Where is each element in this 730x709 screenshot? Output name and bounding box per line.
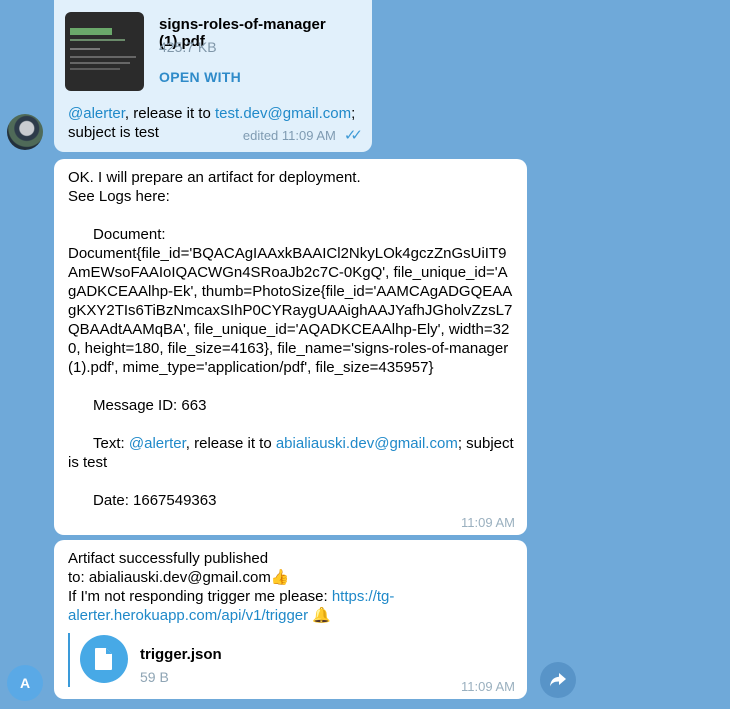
email-link[interactable]: test.dev@gmail.com xyxy=(215,105,351,122)
attachment-quote xyxy=(68,633,74,687)
attachment-size: 59 B xyxy=(140,669,169,685)
message-line: See Logs here: xyxy=(68,188,170,205)
message-time: 11:09 AM xyxy=(461,679,515,694)
message-text: Artifact successfully published to: abia… xyxy=(68,549,398,625)
file-size: 425.7 KB xyxy=(159,39,217,55)
incoming-message[interactable]: OK. I will prepare an artifact for deplo… xyxy=(54,159,527,535)
message-text: OK. I will prepare an artifact for deplo… xyxy=(68,168,516,510)
incoming-message[interactable]: Artifact successfully published to: abia… xyxy=(54,540,527,699)
user-avatar[interactable] xyxy=(7,114,43,150)
text-label: Text: xyxy=(68,435,129,452)
thumbs-up-emoji: 👍 xyxy=(270,569,290,586)
document-details: Document: Document{file_id='BQACAgIAAxkB… xyxy=(68,226,513,376)
message-line: If I'm not responding trigger me please: xyxy=(68,588,332,605)
message-line: OK. I will prepare an artifact for deplo… xyxy=(68,169,361,186)
message-line: Artifact successfully published xyxy=(68,550,269,567)
file-icon[interactable] xyxy=(80,635,128,683)
attachment-name[interactable]: trigger.json xyxy=(140,646,222,663)
pdf-thumbnail-icon[interactable] xyxy=(65,12,144,91)
message-line: to: abialiauski.dev@gmail.com xyxy=(68,569,271,586)
open-with-button[interactable]: OPEN WITH xyxy=(159,69,241,85)
date-line: Date: 1667549363 xyxy=(68,492,217,509)
message-meta: edited 11:09 AM ✓✓ xyxy=(243,126,363,144)
outgoing-message[interactable]: signs-roles-of-manager (1).pdf 425.7 KB … xyxy=(54,0,372,152)
share-icon xyxy=(550,673,566,687)
mention-link[interactable]: @alerter xyxy=(129,435,186,452)
bell-emoji: 🔔 xyxy=(312,607,331,624)
share-button[interactable] xyxy=(540,662,576,698)
email-link[interactable]: abialiauski.dev@gmail.com xyxy=(276,435,458,452)
chat-area: signs-roles-of-manager (1).pdf 425.7 KB … xyxy=(0,0,730,709)
bot-avatar[interactable]: A xyxy=(7,665,43,701)
message-text-part: , release it to xyxy=(124,105,215,122)
double-check-icon: ✓✓ xyxy=(343,127,363,144)
message-text-part: subject is test xyxy=(68,124,159,141)
message-text-part: ; xyxy=(351,105,356,122)
edited-time: edited 11:09 AM xyxy=(242,127,336,143)
message-id: Message ID: 663 xyxy=(68,397,207,414)
mention-link[interactable]: @alerter xyxy=(68,105,125,122)
message-text-part: , release it to xyxy=(185,435,276,452)
message-time: 11:09 AM xyxy=(461,515,515,530)
